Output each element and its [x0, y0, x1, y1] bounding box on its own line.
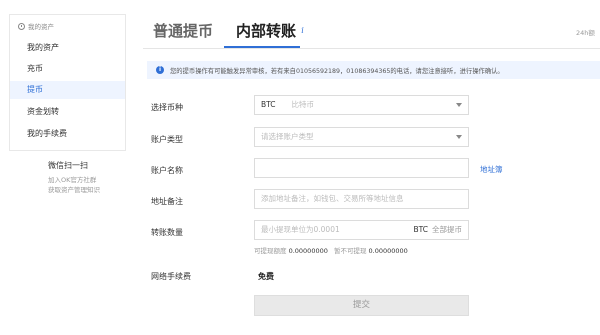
notice-text: 您的提币操作有可能触发异常审核，若有来自01056592189，01086394… [170, 67, 504, 75]
network-fee-label: 网络手续费 [151, 272, 191, 281]
sidebar-item-my-assets[interactable]: 我的资产 [10, 39, 125, 57]
sidebar-item-withdraw[interactable]: 提币 [10, 81, 125, 99]
sidebar-item-my-fees[interactable]: 我的手续费 [10, 125, 125, 143]
account-name-input[interactable] [254, 158, 469, 178]
coin-label: 选择币种 [151, 103, 183, 112]
qr-line-1: 加入OK官方社群 [48, 176, 97, 184]
coin-value: BTC [261, 100, 276, 109]
address-note-input[interactable]: 添加地址备注，如钱包、交易所等地址信息 [254, 189, 469, 209]
amount-placeholder: 最小提现单位为0.0001 [261, 225, 340, 234]
tab-internal-transfer[interactable]: 内部转账 [236, 20, 296, 41]
notice-banner: i 您的提币操作有可能触发异常审核，若有来自01056592189，010863… [147, 61, 600, 79]
qr-line-2: 获取资产管理知识 [48, 186, 100, 194]
account-type-placeholder: 请选择账户类型 [261, 132, 314, 141]
info-circle-icon: i [156, 66, 164, 74]
available-label: 可提现额度 [254, 247, 287, 255]
address-note-placeholder: 添加地址备注，如钱包、交易所等地址信息 [261, 194, 404, 203]
amount-label: 转账数量 [151, 228, 183, 237]
coin-select[interactable]: BTC 比特币 [254, 95, 469, 115]
amount-unit: BTC [413, 225, 428, 234]
chevron-down-icon [456, 103, 462, 107]
account-type-label: 账户类型 [151, 135, 183, 144]
address-note-label: 地址备注 [151, 197, 183, 206]
sidebar-item-deposit[interactable]: 充币 [10, 60, 125, 78]
frozen-value: 0.00000000 [368, 247, 408, 255]
network-fee-value: 免费 [258, 272, 274, 281]
chevron-down-icon [456, 135, 462, 139]
available-value: 0.00000000 [288, 247, 328, 255]
clock-icon [18, 22, 25, 30]
frozen-label: 暂不可提现 [333, 247, 367, 255]
amount-input[interactable]: 最小提现单位为0.0001 BTC 全部提币 [254, 220, 469, 240]
asset-sidebar: 我的资产 我的资产 充币 提币 资金划转 我的手续费 [9, 14, 126, 151]
amount-limits: 可提现额度 0.00000000 暂不可提现 0.00000000 [254, 245, 412, 255]
tab-divider [143, 48, 600, 49]
info-icon[interactable]: i [298, 26, 307, 35]
sidebar-header-label: 我的资产 [28, 23, 54, 31]
qr-title: 微信扫一扫 [48, 161, 88, 170]
submit-button[interactable]: 提交 [254, 295, 469, 316]
address-book-link[interactable]: 地址簿 [480, 164, 503, 175]
daily-limit-link[interactable]: 24h额 [576, 27, 595, 37]
wechat-qr-promo: 微信扫一扫 加入OK官方社群 获取资产管理知识 [48, 160, 100, 195]
account-name-label: 账户名称 [151, 166, 183, 175]
coin-sub: 比特币 [291, 100, 315, 109]
tab-normal-withdraw[interactable]: 普通提币 [153, 20, 213, 41]
sidebar-header: 我的资产 [18, 21, 54, 31]
account-type-select[interactable]: 请选择账户类型 [254, 127, 469, 147]
withdraw-all-button[interactable]: 全部提币 [432, 225, 462, 234]
sidebar-item-transfer[interactable]: 资金划转 [10, 103, 125, 121]
